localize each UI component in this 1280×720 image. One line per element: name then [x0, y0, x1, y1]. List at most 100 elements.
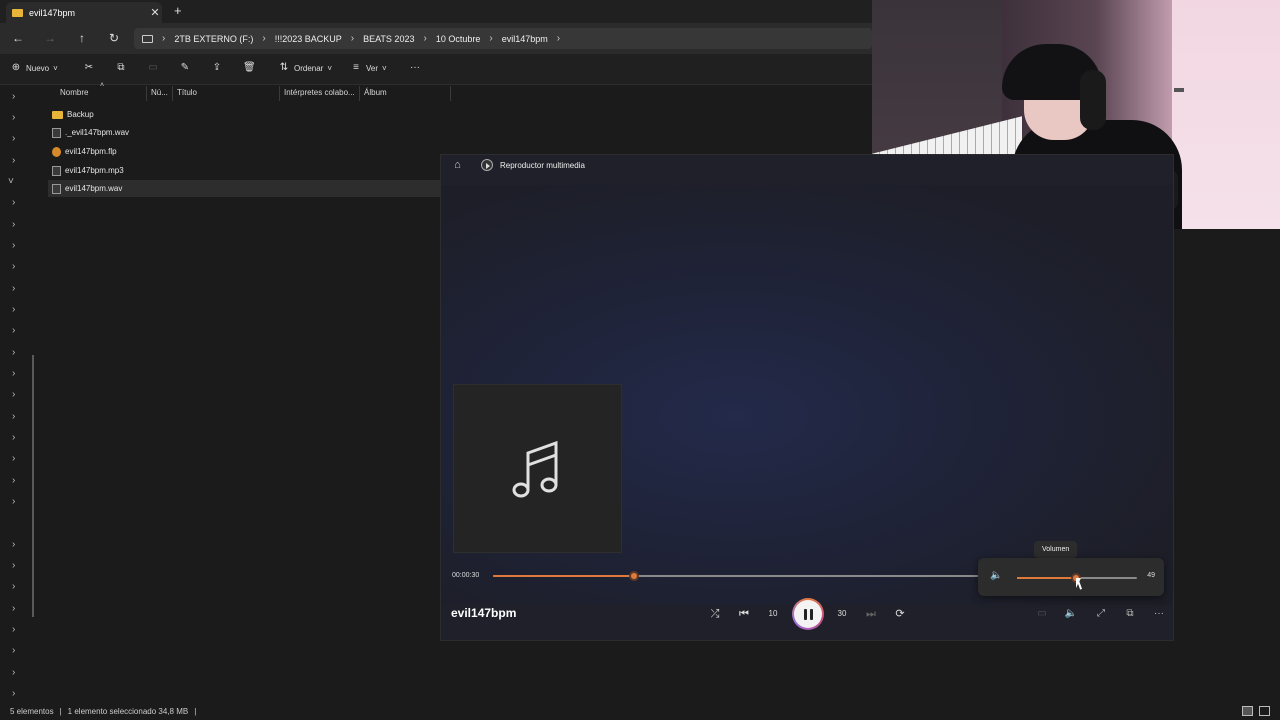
chevron-right-icon[interactable]: ›	[12, 411, 15, 422]
chevron-right-icon[interactable]: ›	[486, 33, 495, 44]
chevron-right-icon[interactable]: ›	[12, 432, 15, 443]
column-divider[interactable]	[359, 86, 360, 101]
nav-scrollbar[interactable]	[32, 355, 34, 617]
file-name: evil147bpm.flp	[65, 147, 117, 156]
chevron-right-icon[interactable]: ›	[12, 496, 15, 507]
forward-arrow-icon[interactable]: →	[42, 30, 58, 46]
chevron-right-icon[interactable]: ›	[420, 33, 429, 44]
list-item[interactable]: ._evil147bpm.wav	[48, 124, 440, 141]
share-button[interactable]: ⇪	[211, 62, 223, 74]
chevron-right-icon[interactable]: ›	[12, 475, 15, 486]
speaker-icon[interactable]: 🔈	[990, 570, 1002, 582]
tiles-view-icon[interactable]	[1259, 706, 1270, 716]
chevron-right-icon[interactable]: ›	[12, 688, 15, 699]
list-item[interactable]: Backup	[48, 106, 440, 123]
speaker-icon[interactable]: 🔈	[1063, 606, 1079, 622]
chevron-down-icon[interactable]: ˅	[8, 176, 14, 187]
explorer-tab[interactable]: evil147bpm ✕	[6, 2, 162, 23]
chevron-right-icon[interactable]: ›	[12, 325, 15, 336]
next-track-icon[interactable]: ⏭	[863, 606, 879, 622]
copy-button[interactable]: ⧉	[115, 62, 127, 74]
column-divider[interactable]	[146, 86, 147, 101]
breadcrumb-october[interactable]: 10 Octubre	[430, 34, 487, 44]
chevron-right-icon[interactable]: ›	[12, 560, 15, 571]
back-arrow-icon[interactable]: ←	[10, 30, 26, 46]
pause-button[interactable]	[792, 598, 824, 630]
volume-level	[1017, 577, 1076, 579]
skip-back-icon[interactable]: 10	[765, 606, 781, 622]
previous-track-icon[interactable]: ⏮	[736, 606, 752, 622]
chevron-right-icon[interactable]: ›	[12, 283, 15, 294]
list-item[interactable]: evil147bpm.flp	[48, 143, 440, 160]
list-item-selected[interactable]: evil147bpm.wav	[48, 180, 440, 197]
mini-player-icon[interactable]: ⧉	[1122, 606, 1138, 622]
chevron-right-icon[interactable]: ›	[159, 33, 168, 44]
sort-button[interactable]: ⇅ Ordenar ˅	[278, 62, 332, 74]
chevron-right-icon[interactable]: ›	[12, 155, 15, 166]
chevron-right-icon[interactable]: ›	[12, 304, 15, 315]
home-icon[interactable]: ⌂	[451, 159, 464, 172]
seek-bar[interactable]	[493, 571, 979, 581]
delete-button[interactable]: 🗑	[243, 62, 256, 74]
shuffle-icon[interactable]: ⤮	[707, 606, 723, 622]
chevron-right-icon[interactable]: ›	[12, 112, 15, 123]
column-album[interactable]: Álbum	[364, 88, 387, 97]
elapsed-time: 00:00:30	[452, 572, 480, 579]
chevron-right-icon[interactable]: ›	[12, 667, 15, 678]
refresh-icon[interactable]: ↻	[106, 30, 122, 46]
sort-label: Ordenar	[294, 63, 324, 73]
scissors-icon: ✂	[84, 62, 94, 73]
chevron-right-icon[interactable]: ›	[554, 33, 563, 44]
chevron-right-icon[interactable]: ›	[12, 603, 15, 614]
seek-handle[interactable]	[628, 571, 639, 581]
close-tab-icon[interactable]: ✕	[148, 6, 162, 19]
column-artists[interactable]: Intérpretes colabo...	[284, 88, 355, 97]
chevron-right-icon[interactable]: ›	[12, 197, 15, 208]
column-name[interactable]: Nombre	[60, 88, 88, 97]
chevron-right-icon[interactable]: ›	[12, 645, 15, 656]
column-title[interactable]: Título	[177, 88, 197, 97]
breadcrumb-drive[interactable]: 2TB EXTERNO (F:)	[168, 34, 259, 44]
chevron-right-icon[interactable]: ›	[12, 261, 15, 272]
command-bar: ⊕ Nuevo ˅ ✂ ⧉ ▭ ✎ ⇪ 🗑 ⇅ Ordenar ˅ ≡ Ver …	[0, 54, 872, 85]
column-divider[interactable]	[279, 86, 280, 101]
repeat-off-icon[interactable]: ⟳	[892, 606, 908, 622]
paste-button[interactable]: ▭	[147, 62, 159, 74]
chevron-right-icon[interactable]: ›	[12, 240, 15, 251]
chevron-right-icon[interactable]: ›	[12, 133, 15, 144]
column-divider[interactable]	[172, 86, 173, 101]
chevron-right-icon[interactable]: ›	[12, 539, 15, 550]
chevron-right-icon[interactable]: ›	[12, 91, 15, 102]
chevron-right-icon[interactable]: ›	[12, 389, 15, 400]
new-tab-button[interactable]: +	[174, 3, 182, 18]
fullscreen-icon[interactable]: ⤢	[1093, 606, 1109, 622]
view-button[interactable]: ≡ Ver ˅	[350, 62, 387, 74]
chevron-right-icon[interactable]: ›	[12, 581, 15, 592]
details-view-icon[interactable]	[1242, 706, 1253, 716]
computer-icon	[142, 34, 153, 43]
rename-button[interactable]: ✎	[179, 62, 191, 74]
subtitles-icon[interactable]: ▭	[1034, 606, 1050, 622]
list-item[interactable]: evil147bpm.mp3	[48, 162, 440, 179]
chevron-right-icon[interactable]: ›	[12, 368, 15, 379]
chevron-right-icon[interactable]: ›	[12, 219, 15, 230]
chevron-right-icon[interactable]: ›	[12, 347, 15, 358]
column-number[interactable]: Nú...	[151, 88, 168, 97]
new-button[interactable]: ⊕ Nuevo ˅	[10, 62, 58, 74]
more-options-button[interactable]: ···	[409, 62, 421, 74]
breadcrumb[interactable]: › 2TB EXTERNO (F:) › !!!2023 BACKUP › BE…	[134, 28, 872, 49]
chevron-right-icon[interactable]: ›	[259, 33, 268, 44]
chevron-right-icon[interactable]: ›	[12, 453, 15, 464]
breadcrumb-current[interactable]: evil147bpm	[496, 34, 554, 44]
column-divider[interactable]	[450, 86, 451, 101]
chevron-right-icon[interactable]: ›	[348, 33, 357, 44]
up-arrow-icon[interactable]: ↑	[74, 30, 90, 46]
cut-button[interactable]: ✂	[83, 62, 95, 74]
more-options-icon[interactable]: ···	[1151, 606, 1167, 622]
chevron-right-icon[interactable]: ›	[12, 624, 15, 635]
breadcrumb-beats[interactable]: BEATS 2023	[357, 34, 420, 44]
breadcrumb-backup[interactable]: !!!2023 BACKUP	[269, 34, 348, 44]
status-divider: |	[59, 707, 62, 716]
file-name: evil147bpm.wav	[65, 184, 123, 193]
skip-forward-icon[interactable]: 30	[834, 606, 850, 622]
